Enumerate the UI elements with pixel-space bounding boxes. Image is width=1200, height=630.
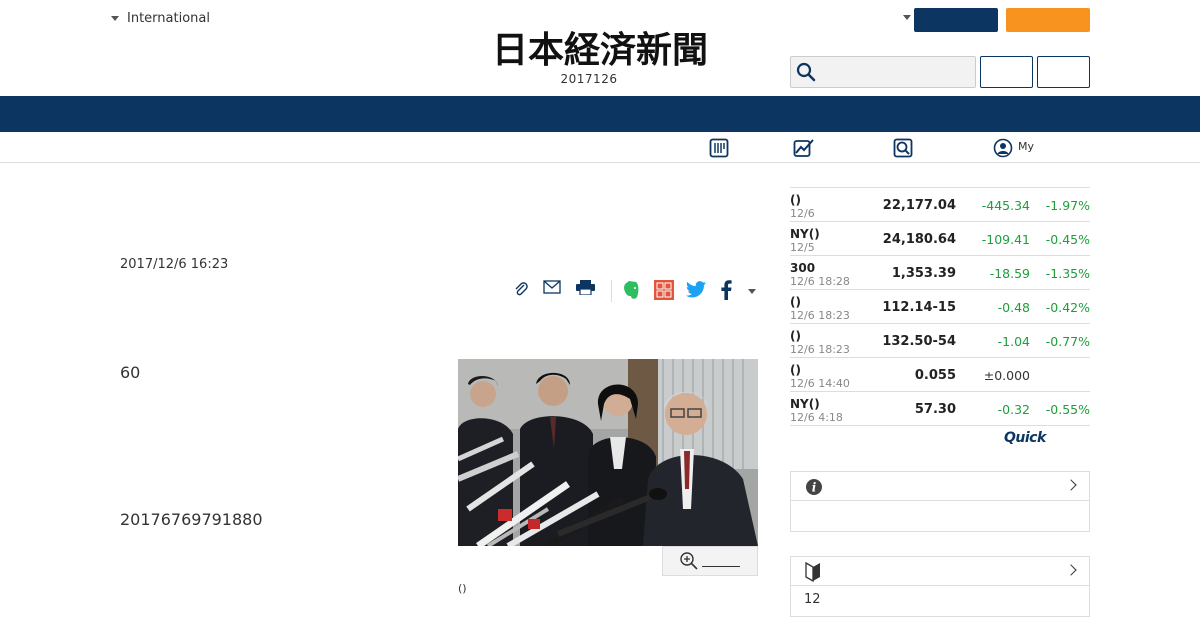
- market-change-pct: -0.42%: [1045, 300, 1090, 315]
- market-time: 12/6 18:28: [790, 275, 850, 288]
- edition-date: 2017126: [560, 72, 618, 86]
- market-value: 1,353.39: [891, 266, 956, 281]
- chevron-right-icon: [1065, 479, 1077, 491]
- market-change: -18.59: [989, 266, 1030, 281]
- subscribe-button[interactable]: [1006, 8, 1090, 32]
- market-change: -0.48: [997, 300, 1030, 315]
- info-box-body: [791, 501, 1089, 531]
- article-date: 2017/12/6 16:23: [120, 257, 229, 272]
- market-name: (): [790, 329, 801, 343]
- market-value: 0.055: [914, 368, 956, 383]
- info-icon: i: [806, 479, 822, 495]
- market-value: 132.50-54: [882, 334, 956, 349]
- market-row[interactable]: () 12/6 22,177.04 -445.34 -1.97%: [790, 188, 1090, 222]
- info-box: i: [790, 471, 1090, 532]
- search-icon[interactable]: [796, 62, 816, 82]
- beginner-guide-header[interactable]: [791, 557, 1089, 586]
- market-row[interactable]: () 12/6 18:23 132.50-54 -1.04 -0.77%: [790, 324, 1090, 358]
- market-time: 12/5: [790, 241, 815, 254]
- article-paragraph: 60: [120, 363, 141, 382]
- market-name: 300: [790, 261, 816, 275]
- market-time: 12/6 18:23: [790, 343, 850, 356]
- market-change-pct: -1.97%: [1045, 198, 1090, 213]
- market-row[interactable]: 300 12/6 18:28 1,353.39 -18.59 -1.35%: [790, 256, 1090, 290]
- market-change-pct: -0.45%: [1045, 232, 1090, 247]
- quick-provider-logo[interactable]: Quick: [1004, 430, 1046, 446]
- market-value: 24,180.64: [882, 232, 956, 247]
- market-value: 112.14-15: [882, 300, 956, 315]
- market-change: -1.04: [997, 334, 1030, 349]
- comemo-icon[interactable]: [654, 280, 674, 300]
- search-box: [790, 56, 976, 88]
- photo-caption: (): [458, 582, 467, 595]
- market-change: ±0.000: [983, 368, 1030, 383]
- chevron-right-icon: [1065, 564, 1077, 576]
- market-row[interactable]: () 12/6 14:40 0.055 ±0.000: [790, 358, 1090, 392]
- market-time: 12/6 4:18: [790, 411, 843, 424]
- search-input[interactable]: [822, 58, 972, 86]
- logo-text: 日本経済新聞: [492, 29, 708, 69]
- share-more-caret-icon[interactable]: [748, 289, 756, 294]
- svg-text:i: i: [812, 481, 817, 495]
- enlarge-photo-button[interactable]: [662, 546, 758, 576]
- market-row[interactable]: NY() 12/6 4:18 57.30 -0.32 -0.55%: [790, 392, 1090, 426]
- global-nav-bar: [0, 96, 1200, 132]
- market-change: -109.41: [981, 232, 1030, 247]
- market-chart-icon[interactable]: [793, 138, 815, 158]
- beginner-mark-icon: [805, 562, 820, 582]
- market-time: 12/6: [790, 207, 815, 220]
- market-row[interactable]: () 12/6 18:23 112.14-15 -0.48 -0.42%: [790, 290, 1090, 324]
- share-divider: [611, 280, 612, 302]
- login-button[interactable]: [914, 8, 998, 32]
- search-submit-button[interactable]: [1037, 56, 1090, 88]
- press-conference-photo[interactable]: [458, 359, 758, 546]
- beginner-guide-box: 12: [790, 556, 1090, 617]
- zoom-label-placeholder: [702, 565, 740, 567]
- caret-down-icon: [111, 16, 119, 21]
- market-name: NY(): [790, 227, 820, 241]
- market-name: NY(): [790, 397, 820, 411]
- market-change-pct: -0.77%: [1045, 334, 1090, 349]
- market-time: 12/6 18:23: [790, 309, 850, 322]
- market-change: -445.34: [981, 198, 1030, 213]
- market-value: 57.30: [914, 402, 956, 417]
- market-change: -0.32: [997, 402, 1030, 417]
- beginner-guide-body: 12: [791, 586, 1089, 616]
- market-change-pct: -0.55%: [1045, 402, 1090, 417]
- beginner-guide-count: 12: [804, 592, 821, 607]
- region-label: International: [127, 11, 210, 26]
- market-name: (): [790, 193, 801, 207]
- print-icon[interactable]: [576, 280, 595, 295]
- account-caret-icon[interactable]: [903, 15, 911, 20]
- nikkei-logo[interactable]: 日本経済新聞: [452, 27, 748, 69]
- market-time: 12/6 14:40: [790, 377, 850, 390]
- clip-icon[interactable]: [513, 281, 529, 297]
- article-paragraph: 20176769791880: [120, 510, 263, 529]
- region-selector[interactable]: International: [111, 11, 210, 26]
- market-value: 22,177.04: [882, 198, 956, 213]
- market-data-table: () 12/6 22,177.04 -445.34 -1.97% NY() 12…: [790, 187, 1090, 426]
- mail-icon[interactable]: [543, 280, 561, 294]
- newspaper-viewer-icon[interactable]: [709, 138, 729, 158]
- search-page-icon[interactable]: [893, 138, 913, 158]
- market-change-pct: -1.35%: [1045, 266, 1090, 281]
- info-box-header[interactable]: i: [791, 472, 1089, 501]
- twitter-icon[interactable]: [686, 281, 706, 298]
- market-name: (): [790, 363, 801, 377]
- user-avatar-icon[interactable]: [993, 138, 1013, 158]
- market-name: (): [790, 295, 801, 309]
- evernote-icon[interactable]: [622, 280, 640, 300]
- my-page-label[interactable]: My: [1018, 140, 1034, 153]
- search-option-button[interactable]: [980, 56, 1033, 88]
- facebook-icon[interactable]: [720, 280, 732, 300]
- market-row[interactable]: NY() 12/5 24,180.64 -109.41 -0.45%: [790, 222, 1090, 256]
- zoom-in-icon: [680, 552, 698, 570]
